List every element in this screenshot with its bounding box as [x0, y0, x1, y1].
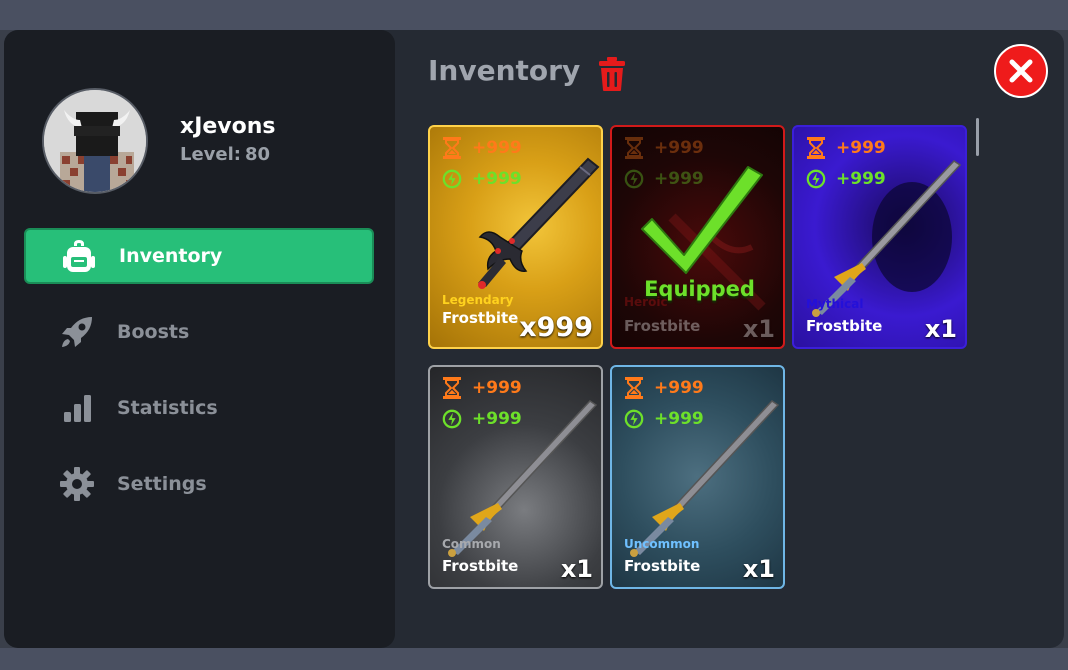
- checkmark-icon: [641, 166, 763, 274]
- lightning-icon: [442, 169, 462, 189]
- nav-label-settings: Settings: [117, 473, 207, 495]
- power-bonus-value: +999: [472, 169, 522, 189]
- bar-chart-icon: [57, 388, 97, 428]
- item-name: Frostbite: [806, 317, 883, 335]
- player-level: Level: 80: [180, 144, 270, 165]
- time-bonus: +999: [442, 377, 522, 399]
- time-bonus-value: +999: [472, 378, 522, 398]
- gear-icon: [57, 464, 97, 504]
- nav-label-statistics: Statistics: [117, 397, 218, 419]
- item-name: Frostbite: [442, 557, 519, 575]
- time-bonus-value: +999: [836, 138, 886, 158]
- background-top: [0, 0, 1068, 30]
- rarity-label: Legendary: [442, 293, 514, 307]
- time-bonus: +999: [624, 377, 704, 399]
- power-bonus-value: +999: [654, 409, 704, 429]
- item-name: Frostbite: [624, 557, 701, 575]
- inventory-item-card[interactable]: +999 +999 Legendary Frostbite x999: [428, 125, 603, 349]
- time-bonus: +999: [442, 137, 522, 159]
- equipped-label: Equipped: [644, 277, 755, 301]
- power-bonus-value: +999: [836, 169, 886, 189]
- power-bonus: +999: [806, 168, 886, 190]
- rarity-label: Common: [442, 537, 501, 551]
- trash-icon[interactable]: [596, 56, 628, 92]
- level-label: Level:: [180, 144, 241, 165]
- nav-item-statistics[interactable]: Statistics: [24, 380, 374, 436]
- scrollbar[interactable]: [976, 118, 979, 156]
- power-bonus: +999: [624, 408, 704, 430]
- power-bonus: +999: [442, 408, 522, 430]
- power-bonus: +999: [442, 168, 522, 190]
- backpack-icon: [59, 236, 99, 276]
- nav-item-boosts[interactable]: Boosts: [24, 304, 374, 360]
- level-value: 80: [245, 144, 271, 165]
- sidebar: xJevons Level: 80 Inventory Boosts Stati…: [4, 30, 395, 648]
- nav-item-inventory[interactable]: Inventory: [24, 228, 374, 284]
- page-title: Inventory: [428, 54, 581, 87]
- inventory-window: xJevons Level: 80 Inventory Boosts Stati…: [4, 30, 1064, 648]
- close-icon: [1009, 59, 1033, 83]
- lightning-icon: [806, 169, 826, 189]
- hourglass-icon: [443, 137, 461, 159]
- time-bonus: +999: [806, 137, 886, 159]
- time-bonus-value: +999: [654, 378, 704, 398]
- username: xJevons: [180, 114, 276, 139]
- inventory-item-card[interactable]: +999 +999 Common Frostbite x1: [428, 365, 603, 589]
- item-quantity: x1: [924, 315, 957, 343]
- inventory-item-card[interactable]: +999 +999 Uncommon Frostbite x1: [610, 365, 785, 589]
- hourglass-icon: [807, 137, 825, 159]
- lightning-icon: [442, 409, 462, 429]
- hourglass-icon: [443, 377, 461, 399]
- item-name: Frostbite: [442, 309, 519, 327]
- nav-item-settings[interactable]: Settings: [24, 456, 374, 512]
- item-quantity: x1: [560, 555, 593, 583]
- rarity-label: Mythical: [806, 297, 864, 311]
- item-quantity: x999: [519, 312, 593, 343]
- lightning-icon: [624, 409, 644, 429]
- item-quantity: x1: [742, 555, 775, 583]
- background-bottom: [0, 648, 1068, 670]
- inventory-item-card-equipped[interactable]: +999 +999 Heroic Frostbite x1 Equipped: [610, 125, 785, 349]
- close-button[interactable]: [994, 44, 1048, 98]
- time-bonus-value: +999: [472, 138, 522, 158]
- power-bonus-value: +999: [472, 409, 522, 429]
- nav-label-inventory: Inventory: [119, 245, 223, 267]
- rocket-icon: [57, 312, 97, 352]
- rarity-label: Uncommon: [624, 537, 700, 551]
- nav-label-boosts: Boosts: [117, 321, 190, 343]
- avatar: [42, 88, 148, 194]
- hourglass-icon: [625, 377, 643, 399]
- inventory-item-card[interactable]: +999 +999 Mythical Frostbite x1: [792, 125, 967, 349]
